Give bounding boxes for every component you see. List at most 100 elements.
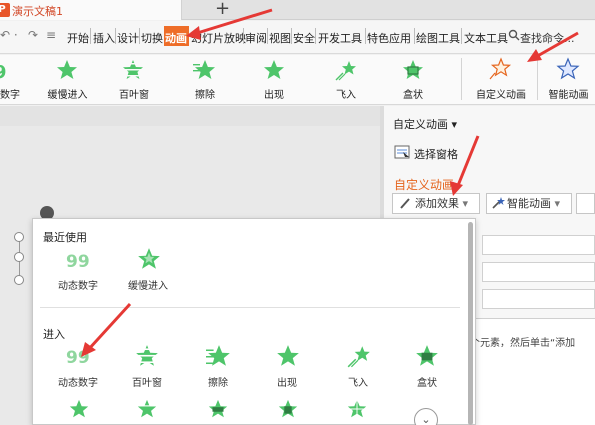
recent-section-title: 最近使用 (43, 231, 87, 244)
tab-separator (461, 28, 462, 44)
ribbon-divider (461, 58, 462, 100)
tab-separator (291, 28, 292, 44)
smart-animation-button[interactable]: 智能动画 ▾ (486, 193, 572, 214)
dynamic-number-icon[interactable]: 99 (64, 344, 92, 371)
dropdown-divider (40, 307, 460, 308)
chevron-down-icon: ▾ (554, 197, 561, 210)
effect-label-wipe: 擦除 (195, 90, 215, 101)
tab-drawing-tools[interactable]: 绘图工具 (416, 30, 460, 46)
enter-item-dynamic-number[interactable]: 动态数字 (48, 374, 108, 389)
chevron-down-icon: ▾ (462, 197, 469, 210)
tab-separator (115, 28, 116, 44)
tab-separator (139, 28, 140, 44)
select-pane-button[interactable]: 选择窗格 (414, 146, 458, 162)
pane-extra-button[interactable] (576, 193, 595, 214)
ribbon-divider (537, 58, 538, 100)
slow-enter-star-icon[interactable] (136, 246, 162, 275)
enter-item-wipe[interactable]: 擦除 (188, 374, 248, 389)
tab-separator (414, 28, 415, 44)
appear-star-icon[interactable] (262, 58, 286, 82)
box-star-icon[interactable] (401, 58, 425, 82)
effect-star-icon[interactable] (207, 398, 229, 423)
box-star-icon[interactable] (414, 343, 440, 372)
search-command-input[interactable]: 查找命令... (520, 30, 575, 46)
resize-handle[interactable] (14, 275, 24, 285)
new-tab-button[interactable]: + (215, 0, 230, 19)
smart-animation-label: 智能动画 (507, 197, 551, 210)
wps-logo-icon: P (0, 3, 10, 17)
tab-home[interactable]: 开始 (67, 30, 89, 46)
enter-section-title: 进入 (43, 328, 65, 341)
effect-label-blinds: 百叶窗 (119, 90, 149, 101)
tab-separator (90, 28, 91, 44)
pane-hint-text: 个元素，然后单击“添加 (470, 338, 576, 349)
add-effect-label: 添加效果 (415, 197, 459, 210)
smart-wand-icon (491, 196, 505, 216)
enter-item-fly-in[interactable]: 飞入 (328, 374, 388, 389)
resize-handle[interactable] (14, 252, 24, 262)
search-icon (508, 29, 520, 44)
tab-design[interactable]: 设计 (117, 30, 139, 46)
property-field[interactable] (482, 262, 595, 282)
fly-in-star-icon[interactable] (346, 343, 372, 372)
tab-separator (365, 28, 366, 44)
customize-icon[interactable]: ≡ (46, 28, 56, 42)
tab-view[interactable]: 视图 (269, 30, 291, 46)
ruler (0, 106, 380, 126)
effect-label-fly-in: 飞入 (336, 90, 356, 101)
document-title: 演示文稿1 (12, 5, 63, 18)
wipe-star-icon[interactable] (206, 343, 232, 372)
effect-star-icon[interactable] (68, 398, 90, 423)
custom-animation-button[interactable]: 自定义动画 (472, 86, 530, 101)
tab-separator (315, 28, 316, 44)
enter-item-box[interactable]: 盒状 (397, 374, 457, 389)
effect-star-icon[interactable] (346, 398, 368, 423)
redo-icon[interactable]: ↷ (28, 28, 38, 42)
pane-header-dropdown[interactable]: 自定义动画 ▾ (393, 116, 457, 132)
dynamic-number-icon[interactable]: 9 (0, 59, 24, 83)
add-effect-dropdown (32, 218, 476, 425)
smart-animation-icon[interactable] (556, 57, 580, 81)
tab-text-tools[interactable]: 文本工具 (464, 30, 508, 46)
tab-separator (243, 28, 244, 44)
svg-text:99: 99 (66, 252, 90, 272)
tab-separator (267, 28, 268, 44)
start-field[interactable] (482, 235, 595, 255)
blinds-star-icon[interactable] (134, 343, 160, 372)
tab-developer[interactable]: 开发工具 (318, 30, 362, 46)
select-pane-icon (394, 145, 410, 162)
undo-icon[interactable]: ↶ · (0, 28, 18, 42)
dynamic-number-icon[interactable]: 99 (64, 248, 92, 275)
wipe-star-icon[interactable] (193, 58, 217, 82)
tab-animation[interactable]: 动画 (165, 30, 187, 46)
more-effects-button[interactable]: ⌄ (414, 408, 438, 425)
fly-in-star-icon[interactable] (334, 58, 358, 82)
tab-review[interactable]: 审阅 (245, 30, 267, 46)
effect-star-icon[interactable] (136, 398, 158, 423)
resize-handle[interactable] (14, 232, 24, 242)
appear-star-icon[interactable] (275, 343, 301, 372)
enter-item-appear[interactable]: 出现 (257, 374, 317, 389)
smart-animation-ribbon-button[interactable]: 智能动画 (542, 86, 595, 101)
document-tab[interactable]: P 演示文稿1 (0, 0, 182, 20)
custom-animation-icon[interactable] (488, 57, 512, 81)
tab-security[interactable]: 安全 (293, 30, 315, 46)
tab-special-apps[interactable]: 特色应用 (367, 30, 411, 46)
tab-slideshow[interactable]: 幻灯片放映 (191, 30, 246, 46)
recent-item-slow-enter[interactable]: 缓慢进入 (118, 277, 178, 292)
effect-label-appear: 出现 (264, 90, 284, 101)
enter-item-blinds[interactable]: 百叶窗 (117, 374, 177, 389)
effect-star-icon[interactable] (277, 398, 299, 423)
blinds-star-icon[interactable] (121, 58, 145, 82)
effect-label-number: 数字 (0, 90, 20, 101)
speed-field[interactable] (482, 289, 595, 309)
tab-insert[interactable]: 插入 (93, 30, 115, 46)
recent-item-dynamic-number[interactable]: 动态数字 (48, 277, 108, 292)
slow-enter-star-icon[interactable] (55, 58, 79, 82)
effect-label-box: 盒状 (403, 90, 423, 101)
tab-transition[interactable]: 切换 (141, 30, 163, 46)
svg-text:99: 99 (66, 348, 90, 368)
add-effect-button[interactable]: 添加效果 ▾ (392, 193, 480, 214)
effect-label-slow-enter: 缓慢进入 (47, 90, 88, 101)
dropdown-scrollbar[interactable] (468, 222, 473, 425)
